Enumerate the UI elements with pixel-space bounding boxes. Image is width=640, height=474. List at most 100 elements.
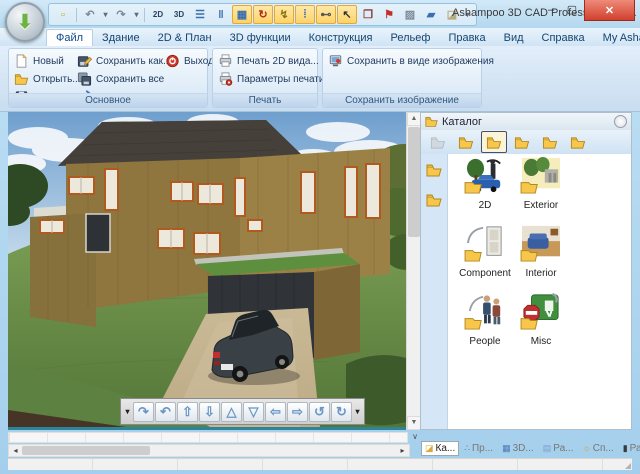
spin-left-icon[interactable]: ↺ (309, 401, 330, 422)
catalog-item-interior[interactable]: Interior (514, 224, 568, 279)
panel-tab-project[interactable]: ∴ Пр... (460, 441, 497, 456)
tab-file[interactable]: Файл (46, 29, 94, 46)
tilt-up-icon[interactable]: △ (221, 401, 242, 422)
scroll-left-button[interactable]: ◂ (9, 445, 22, 456)
catalog-item-2d[interactable]: 2D (458, 156, 512, 211)
view-2d-icon[interactable]: 2D (148, 5, 168, 24)
catalog-item-label: 2D (478, 200, 492, 211)
tab-help[interactable]: Справка (533, 30, 594, 46)
catalog-items: 2D Exterior Component Interior People Mi… (448, 154, 631, 429)
horizontal-scroll-thumb[interactable] (22, 446, 150, 455)
open-button[interactable]: Открыть... (14, 71, 81, 87)
panel-tab-catalog[interactable]: ◪ Ка... (421, 441, 460, 456)
print-settings-button[interactable]: Параметры печати... (218, 71, 333, 87)
redo-icon[interactable]: ↷ (111, 5, 131, 24)
maximize-button[interactable]: ▢ (562, 0, 582, 19)
new-button[interactable]: Новый (14, 53, 64, 69)
exit-button[interactable]: Выход (165, 53, 214, 69)
rotate-right-icon[interactable]: ↷ (133, 401, 154, 422)
spin-right-icon[interactable]: ↻ (331, 401, 352, 422)
ribbon-group-main: Новый Открыть... Сохранить Сохранить как… (8, 48, 214, 108)
nav-menu-left-icon[interactable]: ▾ (123, 403, 132, 421)
viewport-3d[interactable]: ▾ ↷ ↶ ⇧ ⇩ △ ▽ ⇦ ⇨ ↺ ↻ ▾ (0, 112, 440, 430)
view-3d-icon[interactable]: 3D (169, 5, 189, 24)
tab-terrain[interactable]: Рельеф (382, 30, 440, 46)
flag-icon[interactable]: ⚑ (379, 5, 399, 24)
rotate-left-icon[interactable]: ↶ (155, 401, 176, 422)
floppy-pencil-icon (77, 54, 92, 68)
move-up-icon[interactable]: ⇧ (177, 401, 198, 422)
catalog-folder-shortcut-icon[interactable] (425, 192, 443, 208)
printer-settings-icon (218, 72, 233, 86)
separator (76, 7, 77, 22)
folder-up-button[interactable] (425, 131, 451, 153)
catalog-item-people[interactable]: People (458, 292, 512, 347)
close-button[interactable]: ✕ (584, 0, 635, 21)
move-left-icon[interactable]: ⇦ (265, 401, 286, 422)
scroll-right-button[interactable]: ▸ (396, 445, 409, 456)
doors-catalog-button[interactable] (453, 131, 479, 153)
catalog-item-label: Interior (525, 268, 557, 279)
panel-options-button[interactable] (614, 115, 627, 128)
printer-icon (218, 54, 233, 68)
resize-grip[interactable]: ◢ (625, 461, 631, 470)
panel-tab-3d[interactable]: ▦ 3D... (498, 441, 538, 456)
catalog-item-misc[interactable]: Misc (514, 292, 568, 347)
collapse-strip-button[interactable]: ∨ (409, 432, 421, 443)
catalog-item-label: Exterior (523, 200, 559, 211)
application-menu-button[interactable]: ⬇ (5, 2, 45, 42)
minimize-button[interactable]: – (541, 0, 561, 19)
split-vertical-icon[interactable]: ‖ (211, 5, 231, 24)
columns-icon[interactable]: ⦙ (295, 5, 315, 24)
wall-icon[interactable]: ▰ (421, 5, 441, 24)
scroll-down-button[interactable]: ▼ (407, 416, 421, 430)
tilt-down-icon[interactable]: ▽ (243, 401, 264, 422)
redo-dropdown-icon[interactable]: ▾ (132, 5, 141, 24)
tab-3d-functions[interactable]: 3D функции (221, 30, 300, 46)
rotate-view-icon[interactable]: ↻ (253, 5, 273, 24)
catalog-panel: Каталог 2D Exterior Component Interior P… (420, 112, 632, 430)
split-horizontal-icon[interactable]: ☰ (190, 5, 210, 24)
select-flash-icon[interactable]: ↯ (274, 5, 294, 24)
save-as-image-button[interactable]: Сохранить в виде изображения (328, 53, 494, 69)
save-as-button[interactable]: Сохранить как... (77, 53, 171, 69)
catalog-item-exterior[interactable]: Exterior (514, 156, 568, 211)
horizontal-scrollbar[interactable]: ◂ ▸ (8, 444, 410, 457)
materials-catalog-button[interactable] (565, 131, 591, 153)
panel-tab-sun[interactable]: ☼ Сп... (578, 441, 617, 456)
copy-object-icon[interactable]: ❒ (358, 5, 378, 24)
catalog-item-component[interactable]: Component (458, 224, 512, 279)
open-folder-icon (14, 72, 29, 86)
catalog-item-label: Component (459, 268, 511, 279)
separator (144, 7, 145, 22)
new-file-icon[interactable]: ▫ (53, 5, 73, 24)
scroll-up-button[interactable]: ▲ (407, 112, 421, 126)
tab-view[interactable]: Вид (495, 30, 533, 46)
vertical-scroll-thumb[interactable] (408, 127, 420, 237)
3d-objects-catalog-button[interactable] (509, 131, 535, 153)
undo-icon[interactable]: ↶ (80, 5, 100, 24)
move-right-icon[interactable]: ⇨ (287, 401, 308, 422)
move-down-icon[interactable]: ⇩ (199, 401, 220, 422)
print-2d-button[interactable]: Печать 2D вида... (218, 53, 319, 69)
catalog-collections-icon[interactable] (425, 162, 443, 178)
tab-building[interactable]: Здание (93, 30, 149, 46)
grid-icon[interactable]: ▦ (232, 5, 252, 24)
catalog-item-label: People (469, 336, 501, 347)
nav-menu-right-icon[interactable]: ▾ (353, 403, 362, 421)
panel-tab-layers[interactable]: ▤ Ра... (539, 441, 578, 456)
measure-icon[interactable]: ⊷ (316, 5, 336, 24)
save-all-button[interactable]: Сохранить все (77, 71, 164, 87)
viewport-vertical-scrollbar[interactable]: ▲ ▼ (406, 112, 421, 430)
web-catalog-button[interactable] (537, 131, 563, 153)
cursor-icon[interactable]: ↖ (337, 5, 357, 24)
tab-construction[interactable]: Конструкция (300, 30, 382, 46)
tab-edit[interactable]: Правка (439, 30, 494, 46)
tab-my-ashampoo[interactable]: My Ashampoo (594, 30, 640, 46)
paste-grid-icon[interactable]: ▨ (400, 5, 420, 24)
panel-tab-render[interactable]: ▮ Ра... (619, 441, 640, 456)
objects-catalog-button[interactable] (481, 131, 507, 153)
tab-2d-plan[interactable]: 2D & План (149, 30, 221, 46)
undo-dropdown-icon[interactable]: ▾ (101, 5, 110, 24)
catalog-folder-icon (425, 115, 438, 128)
